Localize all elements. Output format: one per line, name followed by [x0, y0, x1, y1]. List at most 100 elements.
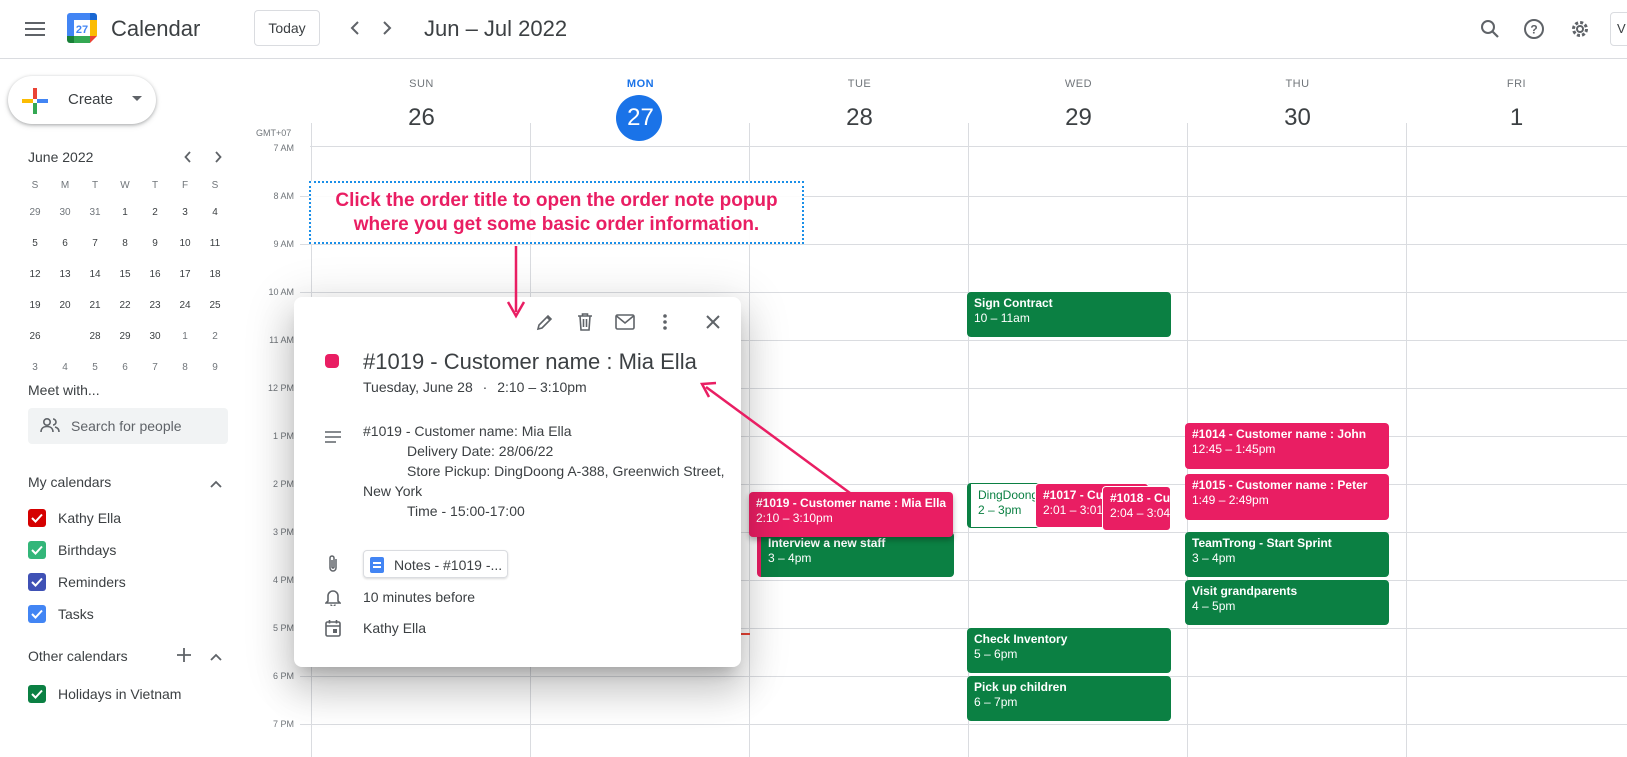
- mini-day[interactable]: 16: [140, 263, 170, 287]
- calendar-checkbox-icon[interactable]: [28, 573, 46, 591]
- help-icon[interactable]: ?: [1521, 16, 1547, 42]
- event-teamtrong-start-sprint[interactable]: TeamTrong - Start Sprint 3 – 4pm: [1185, 532, 1389, 577]
- search-people-input[interactable]: Search for people: [28, 408, 228, 444]
- calendar-item[interactable]: Reminders: [28, 571, 126, 593]
- my-calendars-title[interactable]: My calendars: [28, 474, 111, 490]
- mini-day[interactable]: 7: [140, 356, 170, 380]
- mini-day[interactable]: 15: [110, 263, 140, 287]
- mini-day[interactable]: 9: [200, 356, 230, 380]
- mini-day[interactable]: 9: [140, 232, 170, 256]
- add-calendar-icon[interactable]: [175, 646, 193, 664]
- mini-day[interactable]: 8: [110, 232, 140, 256]
- calendar-item[interactable]: Tasks: [28, 603, 94, 625]
- mini-day[interactable]: 10: [170, 232, 200, 256]
- main-menu-icon[interactable]: [22, 16, 48, 42]
- delete-trash-icon[interactable]: [573, 310, 597, 334]
- calendar-logo-icon[interactable]: 27: [66, 12, 98, 44]
- day-number[interactable]: 28: [751, 96, 968, 140]
- day-number[interactable]: 1: [1408, 96, 1625, 140]
- mini-day[interactable]: 18: [200, 263, 230, 287]
- mini-day[interactable]: 22: [110, 294, 140, 318]
- event-check-inventory[interactable]: Check Inventory 5 – 6pm: [967, 628, 1171, 673]
- mini-day[interactable]: 20: [50, 294, 80, 318]
- mini-day[interactable]: 21: [80, 294, 110, 318]
- mini-day[interactable]: 12: [20, 263, 50, 287]
- mini-day[interactable]: 1: [110, 201, 140, 225]
- mini-day[interactable]: 17: [170, 263, 200, 287]
- day-number[interactable]: 29: [970, 96, 1187, 140]
- calendar-item[interactable]: Birthdays: [28, 539, 116, 561]
- today-button[interactable]: Today: [254, 10, 320, 46]
- previous-week-icon[interactable]: [343, 16, 367, 40]
- mini-day[interactable]: 23: [140, 294, 170, 318]
- day-column-header[interactable]: WED 29: [970, 78, 1187, 140]
- mini-day[interactable]: 1: [170, 325, 200, 349]
- mini-day[interactable]: 29: [20, 201, 50, 225]
- mini-day[interactable]: 26: [20, 325, 50, 349]
- mini-prev-month-icon[interactable]: [177, 146, 199, 168]
- event-order-1015[interactable]: #1015 - Customer name : Peter 1:49 – 2:49…: [1185, 474, 1389, 520]
- mini-day[interactable]: 13: [50, 263, 80, 287]
- day-column-header[interactable]: MON 27: [532, 78, 749, 140]
- mini-day[interactable]: 30: [140, 325, 170, 349]
- mini-day[interactable]: 6: [110, 356, 140, 380]
- calendar-item[interactable]: Holidays in Vietnam: [28, 683, 181, 705]
- event-dingdoong[interactable]: DingDoong 2 – 3pm: [967, 483, 1041, 528]
- mini-day[interactable]: 11: [200, 232, 230, 256]
- mini-day[interactable]: 30: [50, 201, 80, 225]
- event-order-1014[interactable]: #1014 - Customer name : John 12:45 – 1:45…: [1185, 423, 1389, 469]
- day-column-header[interactable]: THU 30: [1189, 78, 1406, 140]
- search-icon[interactable]: [1477, 16, 1503, 42]
- next-week-icon[interactable]: [375, 16, 399, 40]
- day-column-header[interactable]: SUN 26: [313, 78, 530, 140]
- mini-day[interactable]: 24: [170, 294, 200, 318]
- mini-day[interactable]: 7: [80, 232, 110, 256]
- event-order-1018[interactable]: #1018 - Cu 2:04 – 3:04: [1102, 486, 1171, 531]
- mini-day[interactable]: 8: [170, 356, 200, 380]
- calendar-item[interactable]: Kathy Ella: [28, 507, 121, 529]
- collapse-my-calendars-icon[interactable]: [207, 475, 225, 493]
- mini-day[interactable]: 2: [140, 201, 170, 225]
- day-number[interactable]: 30: [1189, 96, 1406, 140]
- email-guests-icon[interactable]: [613, 310, 637, 334]
- event-pick-up-children[interactable]: Pick up children 6 – 7pm: [967, 676, 1171, 721]
- day-column-header[interactable]: FRI 1: [1408, 78, 1625, 140]
- event-order-1019[interactable]: #1019 - Customer name : Mia Ella 2:10 – 3…: [749, 492, 953, 537]
- mini-day[interactable]: 5: [80, 356, 110, 380]
- mini-day[interactable]: 4: [50, 356, 80, 380]
- event-sign-contract[interactable]: Sign Contract 10 – 11am: [967, 292, 1171, 337]
- day-column-header[interactable]: TUE 28: [751, 78, 968, 140]
- view-switcher-button[interactable]: V: [1610, 12, 1627, 46]
- calendar-checkbox-icon[interactable]: [28, 541, 46, 559]
- settings-gear-icon[interactable]: [1567, 16, 1593, 42]
- mini-day[interactable]: 2: [200, 325, 230, 349]
- create-button[interactable]: Create: [8, 76, 156, 124]
- calendar-checkbox-icon[interactable]: [28, 685, 46, 703]
- edit-pencil-icon[interactable]: [533, 310, 557, 334]
- mini-day[interactable]: 4: [200, 201, 230, 225]
- mini-day[interactable]: 3: [20, 356, 50, 380]
- mini-next-month-icon[interactable]: [207, 146, 229, 168]
- event-visit-grandparents[interactable]: Visit grandparents 4 – 5pm: [1185, 580, 1389, 625]
- mini-day[interactable]: 19: [20, 294, 50, 318]
- collapse-other-calendars-icon[interactable]: [207, 648, 225, 666]
- calendar-checkbox-icon[interactable]: [28, 509, 46, 527]
- mini-day[interactable]: 14: [80, 263, 110, 287]
- mini-day[interactable]: 28: [80, 325, 110, 349]
- close-icon[interactable]: [701, 310, 725, 334]
- attachment-notes-chip[interactable]: Notes - #1019 -...: [363, 550, 508, 578]
- mini-day[interactable]: 25: [200, 294, 230, 318]
- mini-day[interactable]: 29: [110, 325, 140, 349]
- mini-day[interactable]: 6: [50, 232, 80, 256]
- day-number[interactable]: 26: [313, 96, 530, 140]
- mini-day[interactable]: 5: [20, 232, 50, 256]
- other-calendars-title[interactable]: Other calendars: [28, 648, 128, 664]
- hour-label: 5 PM: [272, 623, 294, 633]
- mini-day[interactable]: 3: [170, 201, 200, 225]
- calendar-checkbox-icon[interactable]: [28, 605, 46, 623]
- mini-day[interactable]: 31: [80, 201, 110, 225]
- day-number[interactable]: 27: [532, 96, 749, 140]
- event-interview-new-staff[interactable]: Interview a new staff 3 – 4pm: [757, 532, 954, 577]
- more-options-icon[interactable]: [653, 310, 677, 334]
- mini-day-today[interactable]: 27: [50, 324, 80, 349]
